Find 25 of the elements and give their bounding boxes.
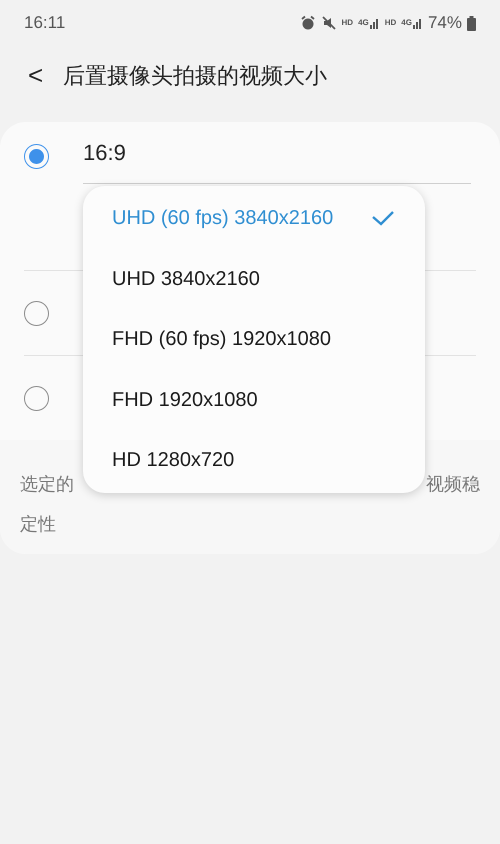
battery-level: 74% [428, 12, 462, 34]
mute-icon [320, 15, 336, 31]
radio-button[interactable] [24, 386, 49, 410]
note-text: 视频稳 [426, 473, 480, 496]
back-button[interactable]: < [28, 62, 44, 88]
option-label: 16:9 [83, 139, 126, 167]
page-title: 后置摄像头拍摄的视频大小 [63, 62, 328, 90]
note-text: 选定的 [20, 473, 74, 496]
battery-icon [467, 16, 476, 30]
signal-icon [412, 17, 423, 29]
menu-item[interactable]: HD 1280x720 [83, 430, 425, 490]
radio-button[interactable] [24, 300, 49, 326]
network-label: HD [342, 17, 354, 29]
menu-item[interactable]: FHD 1920x1080 [83, 370, 425, 430]
radio-button[interactable] [24, 144, 49, 169]
note-text: 定性 [20, 514, 56, 534]
signal-icon [370, 17, 380, 29]
menu-item[interactable]: UHD 3840x2160 [83, 248, 425, 309]
network-label: 4G [401, 17, 412, 29]
network-label: HD [384, 17, 396, 29]
alarm-icon [300, 15, 316, 31]
check-icon [371, 210, 395, 226]
menu-item[interactable]: FHD (60 fps) 1920x1080 [83, 309, 425, 370]
network-label: 4G [358, 17, 369, 29]
status-time: 16:11 [24, 12, 66, 34]
